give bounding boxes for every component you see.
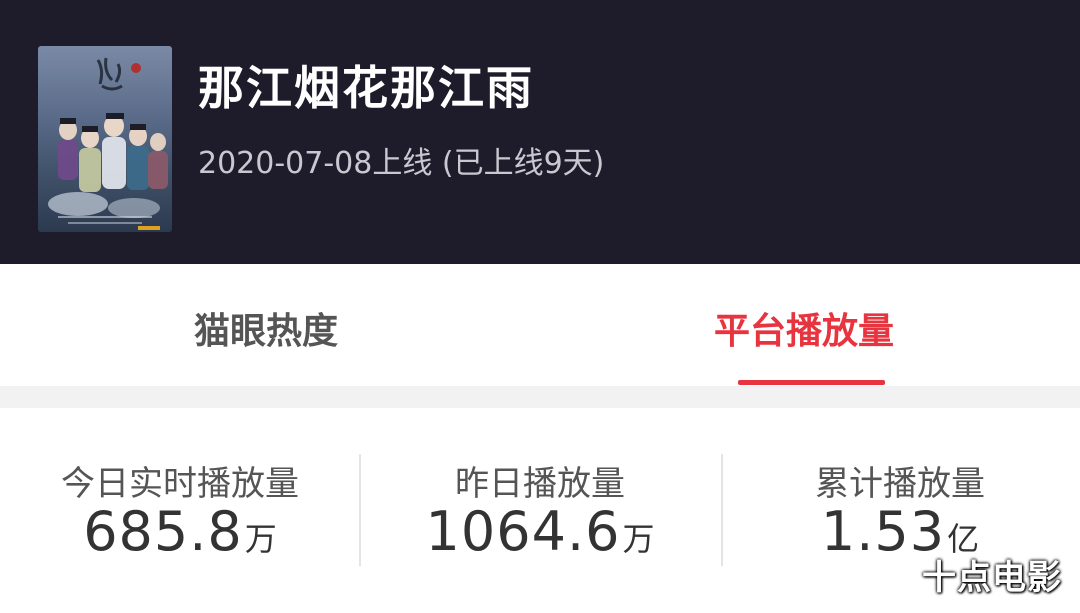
stat-yesterday: 昨日播放量 1064.6万 (360, 408, 720, 588)
poster-art (48, 57, 168, 230)
stats-panel: 今日实时播放量 685.8万 昨日播放量 1064.6万 累计播放量 1.53亿 (0, 408, 1080, 613)
drama-header: 那江烟花那江雨 2020-07-08上线 (已上线9天) (0, 0, 1080, 264)
stat-value: 685.8万 (0, 500, 360, 563)
stat-label: 昨日播放量 (455, 464, 625, 504)
watermark: 十点电影 (922, 558, 1062, 598)
stat-label: 累计播放量 (815, 464, 985, 504)
stat-label: 今日实时播放量 (61, 464, 299, 504)
stat-number: 685.8 (83, 500, 243, 563)
stat-unit: 万 (622, 520, 655, 558)
drama-poster[interactable] (38, 46, 172, 232)
stat-today-realtime: 今日实时播放量 685.8万 (0, 408, 360, 588)
stat-number: 1064.6 (425, 500, 621, 563)
tab-maoyan-heat[interactable]: 猫眼热度 (194, 302, 338, 354)
active-tab-indicator (738, 380, 885, 385)
drama-title: 那江烟花那江雨 (198, 61, 534, 115)
release-info: 2020-07-08上线 (已上线9天) (198, 146, 605, 181)
tab-platform-views[interactable]: 平台播放量 (714, 302, 894, 354)
stat-value: 1064.6万 (360, 500, 720, 563)
stat-unit: 万 (244, 520, 277, 558)
tab-bar: 猫眼热度 平台播放量 (0, 264, 1080, 386)
